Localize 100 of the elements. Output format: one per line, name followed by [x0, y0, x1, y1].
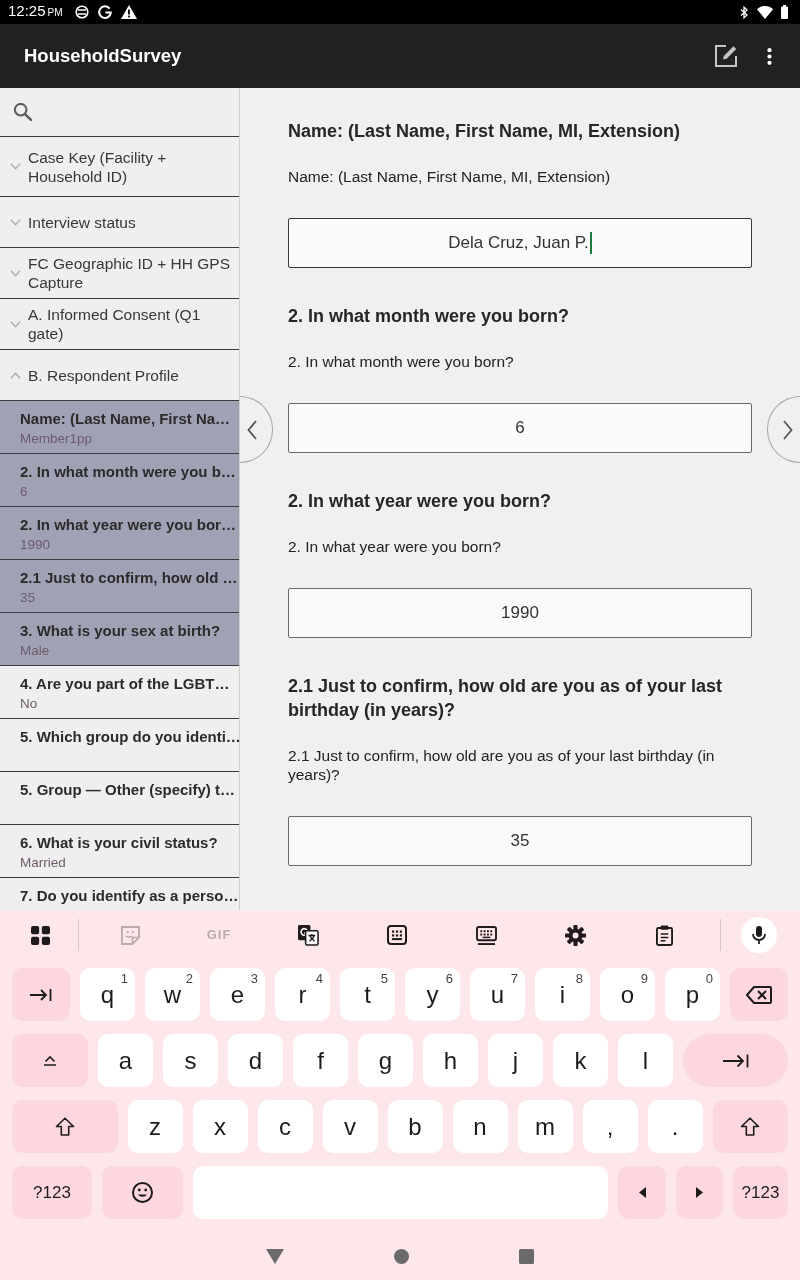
- emoji-key[interactable]: [102, 1166, 183, 1219]
- symbols-key[interactable]: ?123: [12, 1166, 92, 1219]
- keyboard-key[interactable]: b: [387, 1100, 443, 1153]
- question-item[interactable]: 2.1 Just to confirm, how old … 35: [0, 560, 239, 613]
- question-text: 7. Do you identify as a perso…: [20, 887, 239, 905]
- question-title: 2. In what month were you born?: [288, 305, 570, 328]
- question-text: 4. Are you part of the LGBT…: [20, 675, 230, 693]
- text-cursor: [589, 232, 592, 254]
- question-text: 2.1 Just to confirm, how old …: [20, 569, 238, 587]
- status-time: 12:25 PM: [8, 2, 63, 21]
- key-hint: 1: [120, 972, 128, 985]
- key-hint: 2: [185, 972, 193, 985]
- shift-arrow-icon: [740, 1117, 761, 1136]
- keyboard-key[interactable]: t 5: [340, 968, 395, 1021]
- answer-field[interactable]: 35: [288, 816, 752, 866]
- keyboard-key[interactable]: g: [358, 1034, 413, 1087]
- shift-arrow-icon: [54, 1117, 75, 1136]
- question-item[interactable]: Name: (Last Name, First Na… Member1pp: [0, 401, 239, 454]
- question-label: Name: (Last Name, First Name, MI, Extension): [288, 167, 612, 186]
- app-title: HouseholdSurvey: [24, 44, 182, 68]
- keyboard-key[interactable]: a: [98, 1034, 153, 1087]
- key-hint: 9: [640, 972, 648, 985]
- question-item[interactable]: 2. In what month were you b… 6: [0, 454, 239, 507]
- tab-key[interactable]: [12, 968, 70, 1021]
- keyboard-key[interactable]: c: [257, 1100, 313, 1153]
- settings-icon[interactable]: [564, 924, 586, 946]
- backspace-key[interactable]: [730, 968, 788, 1021]
- question-text: 3. What is your sex at birth?: [20, 622, 221, 640]
- question-text: 6. What is your civil status?: [20, 834, 218, 852]
- back-icon[interactable]: [266, 1248, 284, 1264]
- question-text: 2. In what month were you b…: [20, 463, 236, 481]
- wifi-icon: [757, 5, 773, 19]
- keyboard-key[interactable]: e 3: [210, 968, 265, 1021]
- numpad-icon[interactable]: [387, 925, 407, 945]
- keyboard-key[interactable]: l: [618, 1034, 673, 1087]
- keyboard-key[interactable]: x: [192, 1100, 248, 1153]
- keyboard-key[interactable]: v: [322, 1100, 378, 1153]
- arrow-to-bar-icon: [30, 987, 52, 1002]
- keyboard-key[interactable]: ,: [582, 1100, 638, 1153]
- key-hint: 3: [250, 972, 258, 985]
- answer-text: Member1pp: [20, 431, 93, 447]
- keyboard-key[interactable]: .: [647, 1100, 703, 1153]
- question-item[interactable]: 3. What is your sex at birth? Male: [0, 613, 239, 666]
- keyboard-key[interactable]: f: [293, 1034, 348, 1087]
- battery-icon: [781, 5, 788, 19]
- circle-lines-icon: [74, 5, 89, 19]
- translate-icon[interactable]: [297, 924, 319, 946]
- question-text: 5. Which group do you identi…: [20, 728, 239, 746]
- key-hint: 4: [315, 972, 323, 985]
- answer-text: Male: [20, 643, 50, 659]
- edit-icon[interactable]: [714, 44, 738, 68]
- right-triangle-icon: [696, 1187, 703, 1198]
- answer-text: 6: [20, 484, 28, 500]
- key-hint: 6: [445, 972, 453, 985]
- keyboard-key[interactable]: s: [163, 1034, 218, 1087]
- question-title: Name: (Last Name, First Name, MI, Extension): [288, 120, 682, 143]
- keyboard-key[interactable]: o 9: [600, 968, 655, 1021]
- answer-field[interactable]: Dela Cruz, Juan P.: [288, 218, 752, 268]
- keyboard-key[interactable]: j: [488, 1034, 543, 1087]
- key-hint: 7: [510, 972, 518, 985]
- answer-field[interactable]: 1990: [288, 588, 752, 638]
- keyboard-icon[interactable]: [475, 925, 497, 945]
- question-text: Name: (Last Name, First Na…: [20, 410, 231, 428]
- question-title: 2.1 Just to confirm, how old are you as of your last birthday (in years)?: [288, 675, 724, 722]
- clipboard-icon[interactable]: [655, 924, 673, 946]
- arrow-to-bar-icon: [722, 1052, 749, 1069]
- search-icon: [14, 103, 32, 121]
- microphone-icon[interactable]: [741, 917, 777, 953]
- keyboard-key[interactable]: y 6: [405, 968, 460, 1021]
- home-icon[interactable]: [394, 1248, 409, 1264]
- symbols-key[interactable]: ?123: [733, 1166, 788, 1219]
- answer-text: 1990: [20, 537, 51, 553]
- keyboard-key[interactable]: i 8: [535, 968, 590, 1021]
- keyboard-key[interactable]: r 4: [275, 968, 330, 1021]
- shift-key[interactable]: [712, 1100, 788, 1153]
- keyboard-key[interactable]: m: [517, 1100, 573, 1153]
- keyboard-key[interactable]: z: [127, 1100, 183, 1153]
- caret-line-icon: [43, 1055, 57, 1066]
- keyboard-key[interactable]: h: [423, 1034, 478, 1087]
- question-text: 2. In what year were you bor…: [20, 516, 236, 534]
- keyboard-key[interactable]: q 1: [80, 968, 135, 1021]
- answer-text: Married: [20, 855, 66, 871]
- chevron-right-icon: [783, 419, 793, 440]
- keyboard-key[interactable]: n: [452, 1100, 508, 1153]
- answer-text: No: [20, 696, 38, 712]
- more-vertical-icon[interactable]: [767, 47, 772, 65]
- answer-field[interactable]: 6: [288, 403, 752, 453]
- keyboard-key[interactable]: k: [553, 1034, 608, 1087]
- key-hint: 8: [575, 972, 583, 985]
- warning-icon: [120, 5, 137, 19]
- recents-icon[interactable]: [519, 1248, 534, 1264]
- keyboard-key[interactable]: d: [228, 1034, 283, 1087]
- bluetooth-icon: [740, 5, 748, 19]
- apps-grid-icon[interactable]: [30, 925, 50, 945]
- chevron-left-icon: [247, 419, 257, 440]
- question-item[interactable]: 2. In what year were you bor… 1990: [0, 507, 239, 560]
- keyboard-key[interactable]: u 7: [470, 968, 525, 1021]
- question-title: 2. In what year were you born?: [288, 490, 553, 513]
- keyboard-key[interactable]: p 0: [665, 968, 720, 1021]
- question-text: 5. Group — Other (specify) t…: [20, 781, 236, 799]
